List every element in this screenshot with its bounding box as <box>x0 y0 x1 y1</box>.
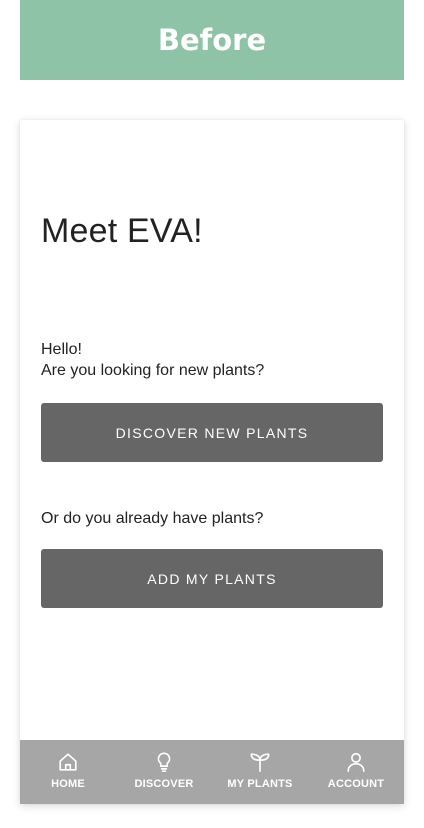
before-banner: Before <box>20 0 404 80</box>
lightbulb-icon <box>157 752 171 772</box>
greeting-text: Hello! Are you looking for new plants? <box>41 339 264 381</box>
discover-new-plants-button[interactable]: DISCOVER NEW PLANTS <box>41 403 383 462</box>
nav-label-home: HOME <box>51 778 85 790</box>
sprout-icon <box>250 753 270 772</box>
existing-plants-question: Or do you already have plants? <box>41 510 264 527</box>
phone-screen: Meet EVA! Hello! Are you looking for new… <box>20 120 404 804</box>
nav-label-discover: DISCOVER <box>134 778 194 790</box>
bottom-navigation: HOME DISCOVER MY PLANTS ACCOUNT <box>20 740 404 804</box>
user-icon <box>347 752 365 772</box>
greeting-line-question: Are you looking for new plants? <box>41 362 265 379</box>
page-title: Meet EVA! <box>41 212 203 250</box>
nav-label-my-plants: MY PLANTS <box>227 778 293 790</box>
banner-label: Before <box>157 23 267 57</box>
nav-item-account[interactable]: ACCOUNT <box>308 740 404 804</box>
nav-item-my-plants[interactable]: MY PLANTS <box>212 740 308 804</box>
nav-item-home[interactable]: HOME <box>20 740 116 804</box>
nav-item-discover[interactable]: DISCOVER <box>116 740 212 804</box>
home-icon <box>59 753 77 771</box>
add-my-plants-button[interactable]: ADD MY PLANTS <box>41 549 383 608</box>
nav-label-account: ACCOUNT <box>327 778 385 790</box>
greeting-line-hello: Hello! <box>41 341 82 358</box>
